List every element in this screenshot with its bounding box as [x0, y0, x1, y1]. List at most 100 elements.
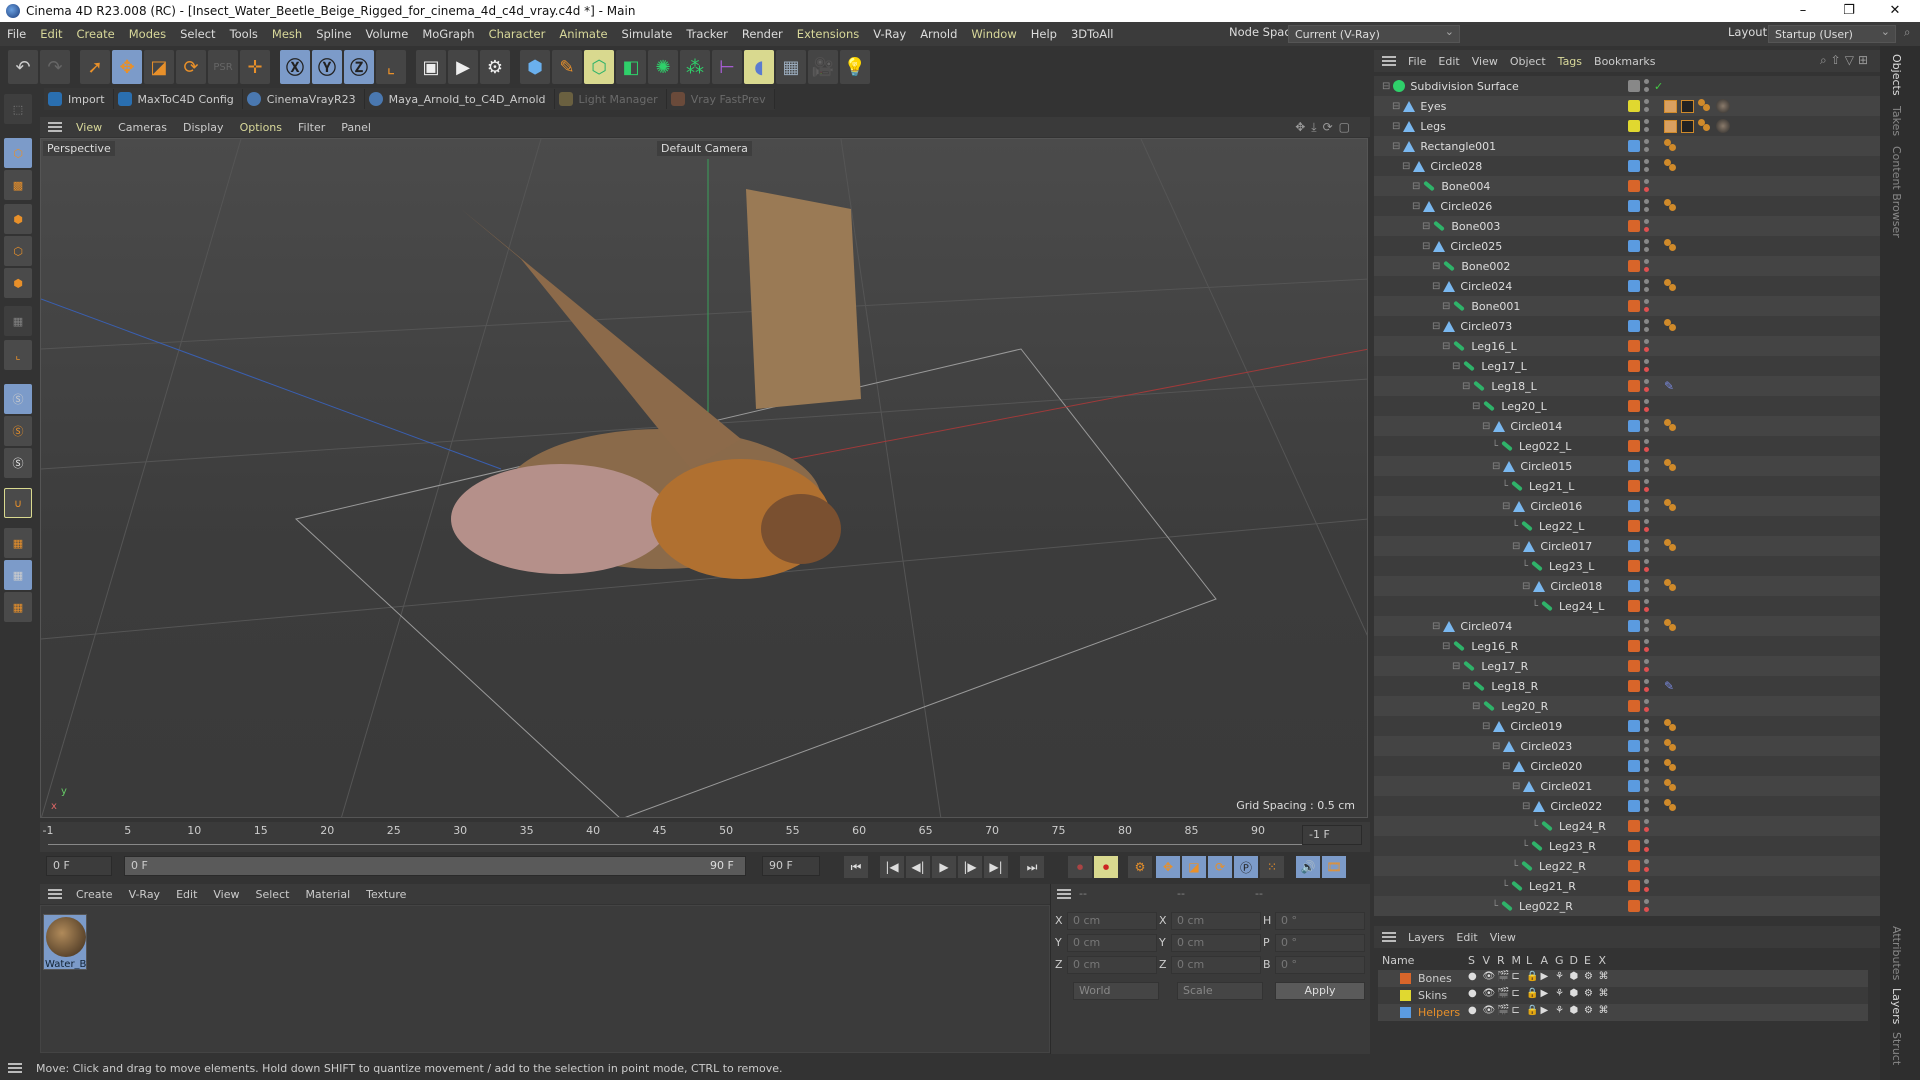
object-row[interactable]: ⊟ Leg20_R — [1374, 696, 1880, 716]
menu-edit[interactable]: Edit — [33, 27, 69, 41]
constraint-tag-icon[interactable] — [1664, 139, 1678, 153]
visibility-dots[interactable] — [1644, 259, 1649, 273]
rot-b-field[interactable]: 0 ° — [1275, 956, 1365, 974]
undo-icon[interactable]: ↶ — [8, 50, 38, 84]
constraint-tag-icon[interactable] — [1664, 779, 1678, 793]
object-row[interactable]: ⊟ Leg18_L ✎ — [1374, 376, 1880, 396]
constraint-tag-icon[interactable] — [1664, 239, 1678, 253]
vray-fastprev-button[interactable]: Vray FastPrev — [667, 89, 775, 109]
visibility-dots[interactable] — [1644, 239, 1649, 253]
expand-toggle-icon[interactable]: ⊟ — [1512, 781, 1520, 792]
visible-icon[interactable]: 👁 — [1483, 988, 1496, 999]
solo-off-icon[interactable]: Ⓢ — [4, 384, 32, 414]
floor-icon[interactable]: ▦ — [776, 50, 806, 84]
visibility-dots[interactable] — [1644, 639, 1649, 653]
expand-toggle-icon[interactable]: ⊟ — [1422, 241, 1430, 252]
object-row[interactable]: ⊟ Circle022 — [1374, 796, 1880, 816]
layer-color-swatch[interactable] — [1628, 480, 1640, 492]
key-param-icon[interactable]: Ⓟ — [1234, 856, 1258, 878]
axis-mode-icon[interactable]: ⌞ — [4, 340, 32, 370]
expand-toggle-icon[interactable]: ⊟ — [1392, 101, 1400, 112]
object-row[interactable]: ⊟ Bone003 — [1374, 216, 1880, 236]
visibility-dots[interactable] — [1644, 99, 1649, 113]
object-menu-bookmarks[interactable]: Bookmarks — [1588, 55, 1661, 68]
material-menu-texture[interactable]: Texture — [358, 888, 414, 901]
expand-toggle-icon[interactable]: ⊟ — [1502, 761, 1510, 772]
polygons-mode-icon[interactable]: ⬢ — [4, 268, 32, 298]
visibility-dots[interactable] — [1644, 399, 1649, 413]
key-rotation-icon[interactable]: ⟳ — [1208, 856, 1232, 878]
manager-icon[interactable]: ⊏ — [1512, 971, 1520, 982]
layer-column-r[interactable]: R — [1497, 954, 1505, 967]
visibility-dots[interactable] — [1644, 439, 1649, 453]
layer-row[interactable]: Skins ● 👁 🎬 ⊏ 🔒 ▶ ⚘ ⬢ ⚙ ⌘ — [1378, 987, 1868, 1004]
expand-toggle-icon[interactable]: ⊟ — [1432, 321, 1440, 332]
x-axis-icon[interactable]: Ⓧ — [280, 50, 310, 84]
visibility-dots[interactable] — [1644, 339, 1649, 353]
texture-mode-icon[interactable]: ▩ — [4, 170, 32, 200]
pos-y-field[interactable]: 0 cm — [1067, 934, 1157, 952]
visibility-dots[interactable] — [1644, 879, 1649, 893]
menu-tracker[interactable]: Tracker — [679, 27, 735, 41]
constraint-tag-icon[interactable] — [1664, 499, 1678, 513]
object-row[interactable]: ⊟ Circle025 — [1374, 236, 1880, 256]
pos-z-field[interactable]: 0 cm — [1067, 956, 1157, 974]
object-row[interactable]: ⊟ Circle014 — [1374, 416, 1880, 436]
layout-select[interactable]: Startup (User) — [1768, 24, 1896, 43]
layer-color-swatch[interactable] — [1628, 900, 1640, 912]
visibility-dots[interactable] — [1644, 899, 1649, 913]
object-row[interactable]: ⊟ Circle015 — [1374, 456, 1880, 476]
object-row[interactable]: └ Leg22_R — [1374, 856, 1880, 876]
layer-color-swatch[interactable] — [1628, 860, 1640, 872]
object-row[interactable]: ⊟ Circle026 — [1374, 196, 1880, 216]
layer-menu-edit[interactable]: Edit — [1450, 931, 1483, 944]
constraint-tag-icon[interactable] — [1664, 319, 1678, 333]
expand-toggle-icon[interactable]: ⊟ — [1442, 641, 1450, 652]
expand-toggle-icon[interactable]: ⊟ — [1432, 281, 1440, 292]
layer-color-swatch[interactable] — [1400, 1007, 1411, 1018]
node-space-select[interactable]: Current (V-Ray) — [1288, 24, 1460, 43]
lock-icon[interactable]: 🔒 — [1526, 971, 1538, 982]
tab-takes[interactable]: Takes — [1890, 106, 1903, 136]
tab-objects[interactable]: Objects — [1890, 54, 1903, 96]
visibility-dots[interactable] — [1644, 539, 1649, 553]
visibility-dots[interactable] — [1644, 479, 1649, 493]
object-menu-tags[interactable]: Tags — [1552, 55, 1588, 68]
expression-icon[interactable]: ⚙ — [1584, 988, 1593, 999]
ik-tag-icon[interactable]: ✎ — [1664, 379, 1674, 393]
expression-icon[interactable]: ⚙ — [1584, 971, 1593, 982]
material-menu-material[interactable]: Material — [297, 888, 358, 901]
object-row[interactable]: └ Leg21_L — [1374, 476, 1880, 496]
expand-toggle-icon[interactable]: ⊟ — [1492, 741, 1500, 752]
menu-help[interactable]: Help — [1024, 27, 1064, 41]
constraint-tag-icon[interactable] — [1664, 759, 1678, 773]
snap-magnet-icon[interactable]: ∪ — [4, 488, 32, 518]
visibility-dots[interactable] — [1644, 699, 1649, 713]
layer-color-swatch[interactable] — [1628, 620, 1640, 632]
size-z-field[interactable]: 0 cm — [1171, 956, 1261, 974]
layer-color-swatch[interactable] — [1628, 280, 1640, 292]
constraint-tag-icon[interactable] — [1664, 739, 1678, 753]
object-row[interactable]: ⊟ Leg16_L — [1374, 336, 1880, 356]
object-row[interactable]: ⊟ Circle028 — [1374, 156, 1880, 176]
minimize-button[interactable]: – — [1780, 0, 1826, 22]
z-axis-icon[interactable]: Ⓩ — [344, 50, 374, 84]
size-x-field[interactable]: 0 cm — [1171, 912, 1261, 930]
visible-icon[interactable]: 👁 — [1483, 971, 1496, 982]
render-view-icon[interactable]: ▣ — [416, 50, 446, 84]
expand-toggle-icon[interactable]: ⊟ — [1452, 661, 1460, 672]
layer-color-swatch[interactable] — [1628, 840, 1640, 852]
layer-color-swatch[interactable] — [1628, 600, 1640, 612]
material-menu-v-ray[interactable]: V-Ray — [121, 888, 169, 901]
expand-toggle-icon[interactable]: └ — [1512, 861, 1518, 872]
record-off-icon[interactable]: ⏺ — [1068, 856, 1092, 878]
layer-color-swatch[interactable] — [1628, 180, 1640, 192]
expand-toggle-icon[interactable]: ⊟ — [1462, 381, 1470, 392]
render-icon[interactable]: 🎬 — [1497, 971, 1509, 982]
expand-toggle-icon[interactable]: └ — [1502, 881, 1508, 892]
render-icon[interactable]: 🎬 — [1497, 1005, 1509, 1016]
menu-spline[interactable]: Spline — [309, 27, 358, 41]
viewport-menu-options[interactable]: Options — [232, 121, 290, 134]
layer-column-g[interactable]: G — [1555, 954, 1564, 967]
visibility-dots[interactable] — [1644, 819, 1649, 833]
